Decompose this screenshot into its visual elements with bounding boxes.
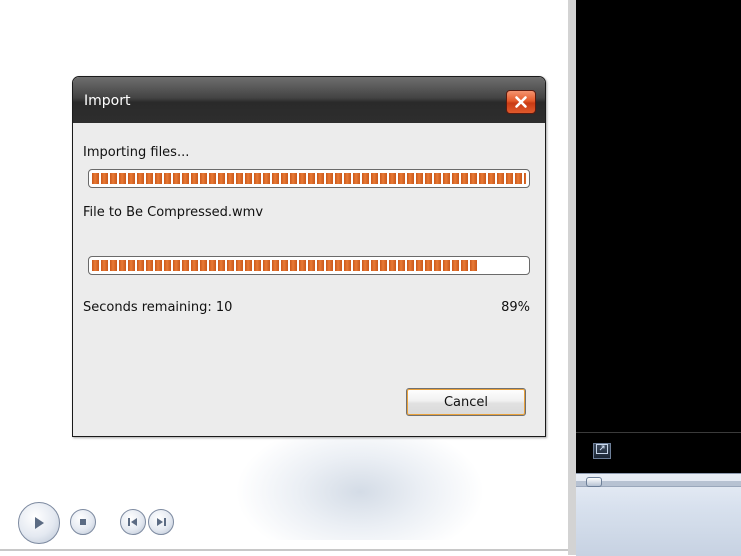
stop-button[interactable] xyxy=(70,509,96,535)
next-icon xyxy=(157,518,166,526)
video-area xyxy=(576,0,741,432)
previous-icon xyxy=(128,518,137,526)
file-label: File to Be Compressed.wmv xyxy=(83,205,264,220)
fullscreen-icon[interactable] xyxy=(593,443,611,459)
file-progress-fill xyxy=(92,260,478,271)
play-button[interactable] xyxy=(18,502,60,544)
remaining-label: Seconds remaining: 10 xyxy=(83,300,233,315)
previous-button[interactable] xyxy=(120,509,146,535)
import-dialog: Import Importing files... File to Be Com… xyxy=(72,76,546,437)
media-player xyxy=(576,0,741,556)
status-label: Importing files... xyxy=(83,145,190,160)
next-button[interactable] xyxy=(148,509,174,535)
pane-divider[interactable] xyxy=(568,0,576,555)
video-border xyxy=(576,432,741,433)
percent-label: 89% xyxy=(501,300,530,315)
overall-progress-fill xyxy=(92,173,526,184)
dialog-title: Import xyxy=(84,93,131,109)
playback-controls xyxy=(576,473,741,556)
play-icon xyxy=(35,517,44,529)
cancel-button[interactable]: Cancel xyxy=(406,388,526,416)
file-progress-bar xyxy=(88,256,530,275)
background-watermark xyxy=(235,420,485,540)
dialog-titlebar[interactable]: Import xyxy=(73,77,545,123)
close-button[interactable] xyxy=(506,90,536,114)
fullscreen-icon-glyph xyxy=(596,444,608,454)
dialog-body: Importing files... File to Be Compressed… xyxy=(79,123,539,429)
close-icon xyxy=(515,96,527,108)
stop-icon xyxy=(80,519,86,525)
seek-thumb[interactable] xyxy=(586,477,602,487)
overall-progress-bar xyxy=(88,169,530,188)
